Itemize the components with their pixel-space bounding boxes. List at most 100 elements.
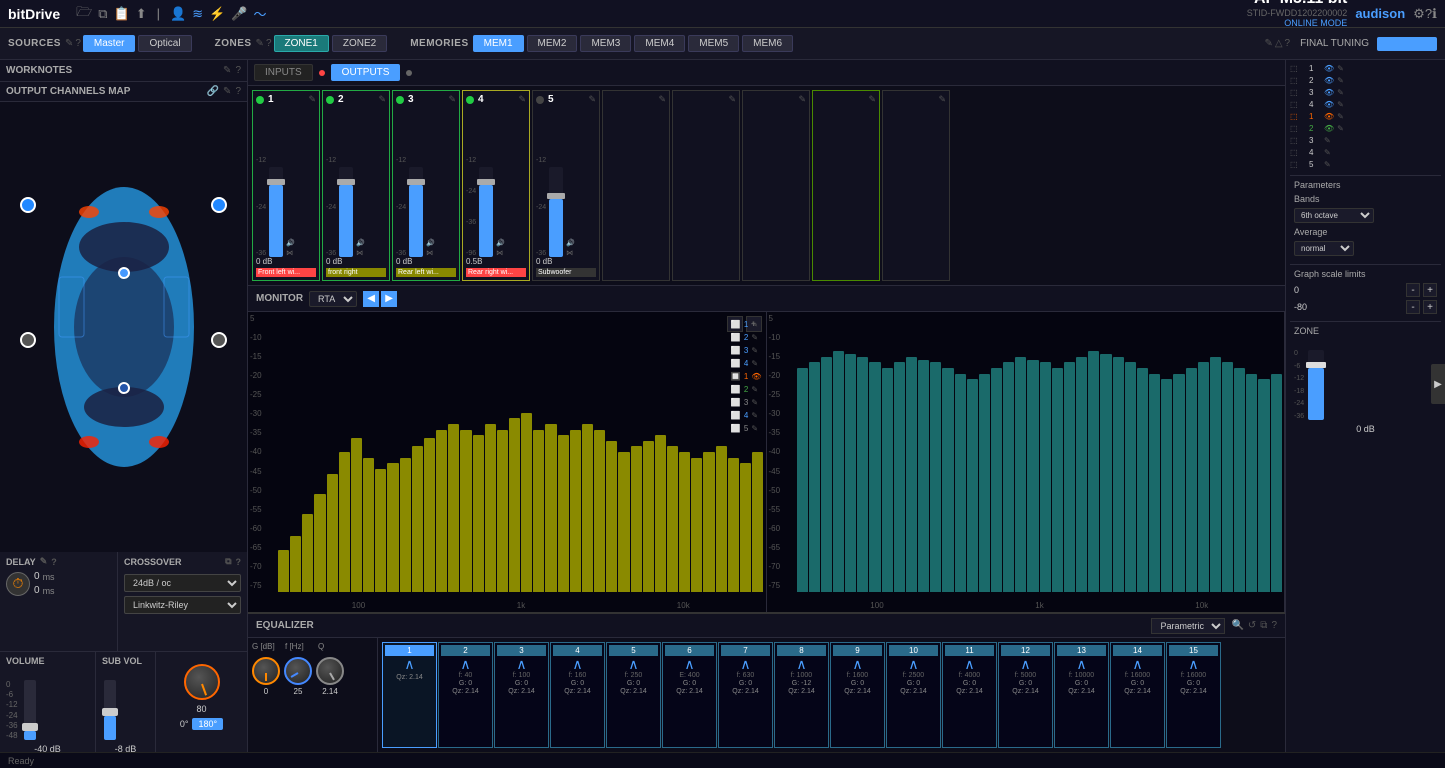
- volume-fader-track[interactable]: [24, 680, 36, 740]
- export-icon[interactable]: ⬆: [136, 6, 147, 22]
- eq-help-icon[interactable]: ?: [1271, 620, 1277, 631]
- info-top-icon[interactable]: ℹ: [1432, 6, 1437, 22]
- speaker-center[interactable]: [118, 267, 130, 279]
- output-map-help-icon[interactable]: ?: [235, 86, 241, 97]
- eq-band-num-6[interactable]: 6: [665, 645, 714, 656]
- main-knob[interactable]: [184, 664, 220, 700]
- ch1-fader[interactable]: [269, 167, 283, 257]
- folder-icon[interactable]: 🗁: [76, 3, 92, 25]
- ch4-edit[interactable]: ✎: [518, 94, 526, 105]
- ch2-fader[interactable]: [339, 167, 353, 257]
- output-map-link-icon[interactable]: 🔗: [207, 86, 219, 97]
- ch5-edit[interactable]: ✎: [588, 94, 596, 105]
- monitor-mode-select[interactable]: RTA: [309, 291, 357, 307]
- help-top-icon[interactable]: ?: [1425, 6, 1432, 21]
- zone-fader[interactable]: [1308, 350, 1324, 420]
- speaker-subwoofer[interactable]: [118, 382, 130, 394]
- copy-icon[interactable]: ⧉: [98, 6, 107, 22]
- eq-f-knob[interactable]: [284, 657, 312, 685]
- final-tuning-bar[interactable]: [1377, 37, 1437, 51]
- eq-g-knob[interactable]: [252, 657, 280, 685]
- ch9-edit[interactable]: ✎: [868, 94, 876, 105]
- outputs-button[interactable]: OUTPUTS: [331, 64, 401, 81]
- bands-dropdown[interactable]: 6th octave: [1294, 208, 1374, 223]
- eq-band-num-2[interactable]: 2: [441, 645, 490, 656]
- sub-vol-fader[interactable]: [104, 680, 116, 740]
- ch9-edit-icon[interactable]: ✎: [1324, 160, 1331, 169]
- speaker-rear-right[interactable]: [211, 332, 227, 348]
- ch8-edit[interactable]: ✎: [798, 94, 806, 105]
- speaker-rear-left[interactable]: [20, 332, 36, 348]
- sources-edit-icon[interactable]: ✎: [65, 38, 73, 49]
- eq-reset-icon[interactable]: ↺: [1248, 620, 1256, 631]
- final-triangle-icon[interactable]: △: [1275, 38, 1283, 49]
- eq-band-num-15[interactable]: 15: [1169, 645, 1218, 656]
- scale-min-decrease[interactable]: -: [1406, 300, 1420, 314]
- ch5-list-edit[interactable]: ✎: [1337, 112, 1344, 121]
- worknotes-help-icon[interactable]: ?: [235, 65, 241, 76]
- ch6-list-edit[interactable]: ✎: [1337, 124, 1344, 133]
- ch7-edit-icon[interactable]: ✎: [1324, 136, 1331, 145]
- crossover-db-select[interactable]: 24dB / oc: [124, 574, 241, 592]
- eq-tool-icon[interactable]: ≋: [192, 6, 203, 22]
- delay-knob[interactable]: ⏱: [6, 572, 30, 596]
- ch4-fader[interactable]: [479, 167, 493, 257]
- eq-band-num-4[interactable]: 4: [553, 645, 602, 656]
- ch4-list-edit[interactable]: ✎: [1337, 100, 1344, 109]
- final-edit-icon[interactable]: ✎: [1264, 38, 1272, 49]
- ch8-edit-icon[interactable]: ✎: [1324, 148, 1331, 157]
- zone2-tab[interactable]: ZONE2: [332, 35, 387, 52]
- final-help-icon[interactable]: ?: [1285, 38, 1291, 49]
- scale-max-decrease[interactable]: -: [1406, 283, 1420, 297]
- crossover-filter-select[interactable]: Linkwitz-Riley: [124, 596, 241, 614]
- eq-band-num-1[interactable]: 1: [385, 645, 434, 656]
- optical-tab[interactable]: Optical: [138, 35, 191, 52]
- mem5-tab[interactable]: MEM5: [688, 35, 739, 52]
- mem3-tab[interactable]: MEM3: [580, 35, 631, 52]
- zone1-tab[interactable]: ZONE1: [274, 35, 329, 52]
- eq-band-num-12[interactable]: 12: [1001, 645, 1050, 656]
- worknotes-edit-icon[interactable]: ✎: [223, 65, 231, 76]
- mem6-tab[interactable]: MEM6: [742, 35, 793, 52]
- average-dropdown[interactable]: normal: [1294, 241, 1354, 256]
- ch2-eye-icon[interactable]: 👁: [1324, 76, 1334, 85]
- zones-help-icon[interactable]: ?: [266, 38, 272, 49]
- expand-panel-btn[interactable]: ▶: [1431, 364, 1445, 404]
- mem2-tab[interactable]: MEM2: [527, 35, 578, 52]
- output-map-edit-icon[interactable]: ✎: [223, 86, 231, 97]
- ch1-eye-icon[interactable]: 👁: [1324, 64, 1334, 73]
- ch3-fader[interactable]: [409, 167, 423, 257]
- ch7-edit[interactable]: ✎: [728, 94, 736, 105]
- eq-band-num-3[interactable]: 3: [497, 645, 546, 656]
- paste-icon[interactable]: 📋: [114, 6, 130, 22]
- eq-band-num-5[interactable]: 5: [609, 645, 658, 656]
- eq-type-select[interactable]: Parametric: [1151, 618, 1225, 634]
- ch3-list-edit[interactable]: ✎: [1337, 88, 1344, 97]
- ch5-eye-icon[interactable]: 👁: [1324, 112, 1334, 121]
- master-tab[interactable]: Master: [83, 35, 136, 52]
- wave-icon[interactable]: 〜: [254, 4, 267, 23]
- speaker-front-left[interactable]: [20, 197, 36, 213]
- zones-edit-icon[interactable]: ✎: [256, 38, 264, 49]
- ch6-eye-icon[interactable]: 👁: [1324, 124, 1334, 133]
- ch1-edit[interactable]: ✎: [308, 94, 316, 105]
- ch2-edit[interactable]: ✎: [378, 94, 386, 105]
- scale-max-increase[interactable]: +: [1423, 283, 1437, 297]
- monitor-left-btn[interactable]: ◀: [363, 291, 379, 307]
- settings-top-icon[interactable]: ⚙: [1413, 6, 1425, 22]
- eq-q-knob[interactable]: [316, 657, 344, 685]
- mem4-tab[interactable]: MEM4: [634, 35, 685, 52]
- delay-help-icon[interactable]: ?: [51, 557, 57, 567]
- ch10-edit[interactable]: ✎: [938, 94, 946, 105]
- person-icon[interactable]: 👤: [170, 6, 186, 22]
- eq-band-num-9[interactable]: 9: [833, 645, 882, 656]
- mem1-tab[interactable]: MEM1: [473, 35, 524, 52]
- mic-icon[interactable]: 🎤: [231, 6, 247, 22]
- eq-search-icon[interactable]: 🔍: [1231, 620, 1243, 631]
- eq-band-num-7[interactable]: 7: [721, 645, 770, 656]
- eq-band-num-11[interactable]: 11: [945, 645, 994, 656]
- crossover-help-icon[interactable]: ?: [236, 557, 242, 567]
- eq-band-num-14[interactable]: 14: [1113, 645, 1162, 656]
- ch1-list-edit[interactable]: ✎: [1337, 64, 1344, 73]
- crossover-copy-icon[interactable]: ⧉: [225, 556, 231, 567]
